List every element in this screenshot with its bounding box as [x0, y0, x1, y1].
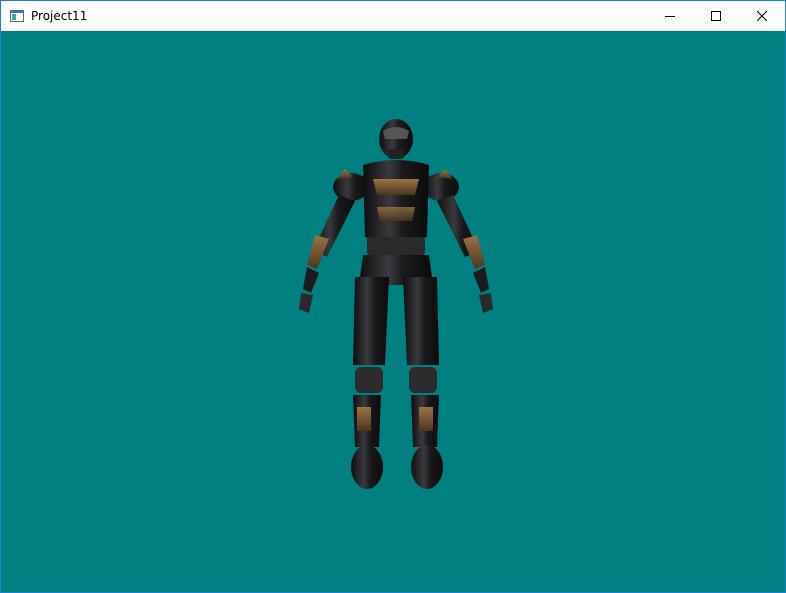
minimize-button[interactable]	[647, 1, 693, 31]
close-icon	[757, 11, 767, 21]
maximize-button[interactable]	[693, 1, 739, 31]
armored-soldier-model	[299, 119, 493, 489]
application-window: Project11	[0, 0, 786, 593]
close-button[interactable]	[739, 1, 785, 31]
render-viewport[interactable]	[1, 31, 785, 592]
minimize-icon	[665, 16, 675, 17]
window-title: Project11	[31, 9, 88, 23]
title-bar[interactable]: Project11	[1, 1, 785, 31]
app-window-icon[interactable]	[9, 8, 25, 24]
maximize-icon	[711, 11, 721, 21]
